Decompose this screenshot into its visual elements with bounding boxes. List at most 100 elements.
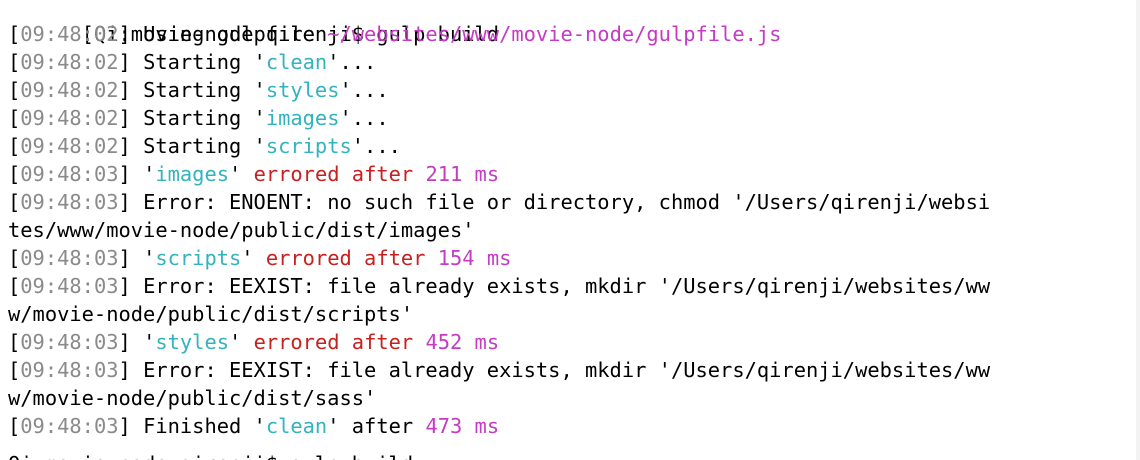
log-text-segment: styles bbox=[155, 330, 230, 354]
timestamp: 09:48:02 bbox=[20, 134, 119, 158]
timestamp-open-bracket: [ bbox=[8, 414, 21, 438]
log-text-segment: '... bbox=[351, 134, 401, 158]
timestamp: 09:48:02 bbox=[20, 106, 119, 130]
log-text-segment: clean bbox=[265, 414, 328, 438]
timestamp-close-bracket: ] bbox=[118, 134, 144, 158]
log-text-segment: Finished ' bbox=[143, 414, 266, 438]
timestamp-close-bracket: ] bbox=[118, 162, 144, 186]
log-text-segment: errored after bbox=[253, 162, 414, 186]
timestamp: 09:48:03 bbox=[20, 358, 119, 382]
log-line: [09:48:02] Starting 'images'... bbox=[8, 104, 990, 132]
timestamp: 09:48:02 bbox=[20, 50, 119, 74]
log-line: [09:48:03] 'styles' errored after 452 ms bbox=[8, 328, 990, 356]
log-text-segment: ~/websites/www/movie-node/gulpfile.js bbox=[327, 22, 782, 46]
terminal-window[interactable]: [Qi:movie-node qirenji$ gulp build [09:4… bbox=[0, 0, 1140, 460]
terminal-output: [Qi:movie-node qirenji$ gulp build [09:4… bbox=[8, 0, 990, 440]
timestamp-close-bracket: ] bbox=[118, 22, 144, 46]
log-text-segment: ' after bbox=[327, 414, 426, 438]
log-text-segment: clean bbox=[265, 50, 328, 74]
timestamp-open-bracket: [ bbox=[8, 22, 21, 46]
log-text-segment bbox=[413, 330, 425, 354]
log-line: [09:48:03] Finished 'clean' after 473 ms bbox=[8, 412, 990, 440]
log-line: [09:48:02] Using gulpfile ~/websites/www… bbox=[8, 20, 990, 48]
log-line: w/movie-node/public/dist/sass' bbox=[8, 384, 990, 412]
timestamp-open-bracket: [ bbox=[8, 106, 21, 130]
log-text-segment: Starting ' bbox=[143, 134, 266, 158]
log-text-segment: Starting ' bbox=[143, 106, 266, 130]
timestamp-open-bracket: [ bbox=[8, 330, 21, 354]
log-text-segment: Starting ' bbox=[143, 78, 266, 102]
log-text-segment: w/movie-node/public/dist/scripts' bbox=[8, 302, 414, 326]
timestamp-close-bracket: ] bbox=[118, 358, 144, 382]
log-text-segment: Error: EEXIST: file already exists, mkdi… bbox=[143, 274, 991, 298]
log-text-segment: styles bbox=[265, 78, 340, 102]
log-line: [09:48:03] 'scripts' errored after 154 m… bbox=[8, 244, 990, 272]
timestamp-open-bracket: [ bbox=[8, 190, 21, 214]
timestamp: 09:48:03 bbox=[20, 190, 119, 214]
timestamp: 09:48:03 bbox=[20, 162, 119, 186]
log-text-segment: 473 ms bbox=[425, 414, 500, 438]
log-text-segment: ' bbox=[143, 330, 156, 354]
log-text-segment: ' bbox=[143, 246, 156, 270]
log-line: [09:48:03] Error: EEXIST: file already e… bbox=[8, 356, 990, 384]
timestamp: 09:48:03 bbox=[20, 274, 119, 298]
timestamp-open-bracket: [ bbox=[8, 50, 21, 74]
log-line: w/movie-node/public/dist/scripts' bbox=[8, 300, 990, 328]
log-text-segment: ' bbox=[229, 330, 254, 354]
log-text-segment: Error: ENOENT: no such file or directory… bbox=[143, 190, 991, 214]
timestamp-close-bracket: ] bbox=[118, 414, 144, 438]
partial-prompt-line: Qi:movie-node qirenji$ gulp build bbox=[8, 450, 413, 460]
log-text-segment: images bbox=[155, 162, 230, 186]
timestamp: 09:48:03 bbox=[20, 246, 119, 270]
timestamp-close-bracket: ] bbox=[118, 246, 144, 270]
log-line: [09:48:02] Starting 'scripts'... bbox=[8, 132, 990, 160]
timestamp-close-bracket: ] bbox=[118, 78, 144, 102]
log-line: [09:48:03] Error: ENOENT: no such file o… bbox=[8, 188, 990, 216]
log-text-segment: Starting ' bbox=[143, 50, 266, 74]
timestamp: 09:48:03 bbox=[20, 330, 119, 354]
log-line: [09:48:02] Starting 'clean'... bbox=[8, 48, 990, 76]
timestamp: 09:48:02 bbox=[20, 78, 119, 102]
timestamp: 09:48:02 bbox=[20, 22, 119, 46]
log-text-segment: scripts bbox=[265, 134, 352, 158]
timestamp-close-bracket: ] bbox=[118, 330, 144, 354]
log-text-segment: 452 ms bbox=[425, 330, 500, 354]
log-lines: [09:48:02] Using gulpfile ~/websites/www… bbox=[8, 20, 990, 440]
log-text-segment: 154 ms bbox=[437, 246, 512, 270]
timestamp-close-bracket: ] bbox=[118, 50, 144, 74]
timestamp-close-bracket: ] bbox=[118, 274, 144, 298]
log-text-segment bbox=[413, 162, 425, 186]
log-text-segment: errored after bbox=[253, 330, 414, 354]
timestamp-close-bracket: ] bbox=[118, 190, 144, 214]
log-text-segment: '... bbox=[339, 106, 389, 130]
log-text-segment: ' bbox=[143, 162, 156, 186]
log-line: [09:48:03] Error: EEXIST: file already e… bbox=[8, 272, 990, 300]
log-text-segment: tes/www/movie-node/public/dist/images' bbox=[8, 218, 475, 242]
command-line: [Qi:movie-node qirenji$ gulp build bbox=[8, 0, 990, 46]
log-text-segment: ' bbox=[241, 246, 266, 270]
timestamp: 09:48:03 bbox=[20, 414, 119, 438]
log-text-segment: Using gulpfile bbox=[143, 22, 328, 46]
next-prompt-partial: Qi:movie-node qirenji$ gulp build bbox=[8, 450, 413, 460]
timestamp-open-bracket: [ bbox=[8, 162, 21, 186]
log-text-segment: Error: EEXIST: file already exists, mkdi… bbox=[143, 358, 991, 382]
log-text-segment: errored after bbox=[265, 246, 426, 270]
log-text-segment bbox=[425, 246, 437, 270]
log-text-segment: '... bbox=[339, 78, 389, 102]
log-line: tes/www/movie-node/public/dist/images' bbox=[8, 216, 990, 244]
timestamp-open-bracket: [ bbox=[8, 78, 21, 102]
timestamp-close-bracket: ] bbox=[118, 106, 144, 130]
timestamp-open-bracket: [ bbox=[8, 358, 21, 382]
scrollbar[interactable] bbox=[1136, 0, 1140, 460]
log-text-segment: images bbox=[265, 106, 340, 130]
log-text-segment: scripts bbox=[155, 246, 242, 270]
timestamp-open-bracket: [ bbox=[8, 246, 21, 270]
log-text-segment: 211 ms bbox=[425, 162, 500, 186]
log-line: [09:48:02] Starting 'styles'... bbox=[8, 76, 990, 104]
log-text-segment: ' bbox=[229, 162, 254, 186]
log-text-segment: '... bbox=[327, 50, 377, 74]
timestamp-open-bracket: [ bbox=[8, 134, 21, 158]
log-text-segment: w/movie-node/public/dist/sass' bbox=[8, 386, 377, 410]
timestamp-open-bracket: [ bbox=[8, 274, 21, 298]
log-line: [09:48:03] 'images' errored after 211 ms bbox=[8, 160, 990, 188]
